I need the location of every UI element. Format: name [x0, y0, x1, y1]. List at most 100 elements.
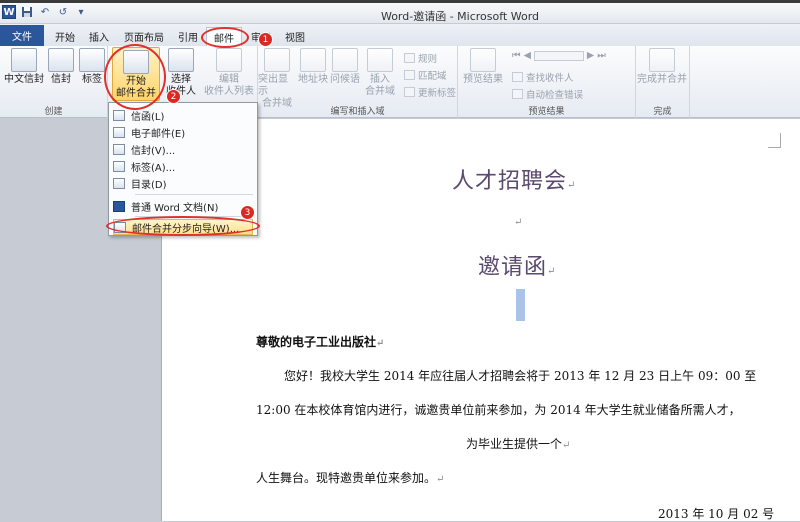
rules-button[interactable]: 规则 [404, 51, 437, 65]
menu-item-labels[interactable]: 标签(A)... [113, 158, 253, 174]
para-mark: ↵ [567, 180, 577, 191]
annotation-badge-1: 1 [258, 32, 273, 47]
margin-mark-h [768, 147, 781, 148]
menu-item-labels-label: 标签(A)... [131, 162, 176, 174]
labels-icon [113, 160, 125, 172]
labels-icon [79, 48, 105, 72]
next-record-icon[interactable]: ▶ [587, 50, 594, 61]
greeting-line-label: 问候语 [330, 74, 360, 85]
salutation-text: 尊敬的电子工业出版社 [256, 335, 377, 349]
address-block-icon [300, 48, 326, 72]
envelope-icon [48, 48, 74, 72]
group-create-label: 创建 [44, 107, 63, 117]
tab-references[interactable]: 引用 [173, 27, 203, 46]
auto-check-errors-label: 自动检查错误 [526, 90, 584, 101]
annotation-circle-mailings-tab [201, 27, 249, 48]
edit-recipient-list-line1: 编辑 [219, 74, 239, 85]
tab-page-layout[interactable]: 页面布局 [118, 27, 170, 46]
para-mark: ↵ [562, 440, 571, 451]
find-recipient-button[interactable]: 查找收件人 [512, 70, 574, 84]
insert-merge-field-line1: 插入 [370, 74, 390, 85]
finish-and-merge-icon [649, 48, 675, 72]
auto-check-errors-icon [512, 89, 523, 99]
update-labels-button[interactable]: 更新标签 [404, 85, 456, 99]
envelope-label: 信封 [51, 74, 71, 85]
tab-file[interactable]: 文件 [0, 25, 44, 46]
menu-item-normal-word-document[interactable]: 普通 Word 文档(N) [113, 198, 253, 214]
body-line-4-text: 人生舞台。现特邀贵单位来参加。 [256, 471, 437, 485]
auto-check-errors-button[interactable]: 自动检查错误 [512, 87, 583, 101]
rules-label: 规则 [418, 54, 438, 65]
title2-text: 邀请函 [478, 255, 548, 280]
greeting-line-button[interactable]: 问候语 [330, 48, 360, 86]
insert-merge-field-button[interactable]: 插入 合并域 [362, 48, 398, 98]
group-finish: 完成并合并 完成 [636, 46, 690, 118]
record-number-field[interactable] [533, 50, 584, 61]
menu-item-directory-label: 目录(D) [131, 179, 167, 191]
document-date: 2013 年 10 月 02 号 [658, 507, 775, 521]
menu-item-envelopes[interactable]: 信封(V)... [113, 141, 253, 157]
directory-icon [113, 177, 125, 189]
select-recipients-line1: 选择 [171, 74, 191, 85]
menu-item-envelopes-label: 信封(V)... [131, 145, 176, 157]
menu-separator [135, 194, 253, 195]
para-mark: ↵ [547, 266, 557, 277]
finish-and-merge-label: 完成并合并 [637, 74, 687, 85]
group-write-insert-fields: 突出显示 合并域 地址块 问候语 插入 合并域 规则 匹配域 更新标签 编写和插… [258, 46, 458, 118]
match-fields-button[interactable]: 匹配域 [404, 68, 447, 82]
window-title: Word-邀请函 - Microsoft Word [380, 10, 540, 23]
preview-results-label: 预览结果 [463, 74, 503, 85]
highlight-merge-fields-button[interactable]: 突出显示 合并域 [258, 48, 296, 110]
edit-recipient-list-button[interactable]: 编辑 收件人列表 [202, 48, 256, 98]
address-block-label: 地址块 [298, 74, 328, 85]
title-bar: W ↶ ↺ ▾ Word-邀请函 - Microsoft Word [0, 0, 800, 24]
edit-recipient-list-icon [216, 48, 242, 72]
insert-merge-field-line2: 合并域 [365, 86, 395, 97]
highlight-line1: 突出显示 [258, 74, 288, 97]
body-line-3-text: 为毕业生提供一个 [466, 437, 563, 451]
document-title-2: 邀请函↵ [478, 249, 556, 281]
document-title-1: 人才招聘会↵ [452, 163, 576, 195]
chinese-envelope-label: 中文信封 [4, 74, 44, 85]
insert-merge-field-icon [367, 48, 393, 72]
rules-icon [404, 53, 415, 63]
match-fields-icon [404, 70, 415, 80]
first-record-icon[interactable]: ⏮ [512, 50, 521, 61]
envelope-button[interactable]: 信封 [48, 48, 74, 86]
para-mark: ↵ [376, 338, 385, 349]
menu-item-directory[interactable]: 目录(D) [113, 175, 253, 191]
select-recipients-icon [168, 48, 194, 72]
finish-and-merge-button[interactable]: 完成并合并 [636, 48, 688, 86]
email-icon [113, 126, 125, 138]
tab-insert[interactable]: 插入 [84, 27, 114, 46]
annotation-badge-2: 2 [166, 89, 181, 104]
last-record-icon[interactable]: ⏭ [597, 50, 606, 61]
menu-item-normal-label: 普通 Word 文档(N) [131, 202, 219, 214]
body-line-1: 您好！我校大学生 2014 年应往届人才招聘会将于 2013 年 12 月 23… [284, 369, 757, 383]
record-navigation[interactable]: ⏮ ◀ ▶ ⏭ [512, 50, 606, 61]
tab-home[interactable]: 开始 [50, 27, 80, 46]
body-line-3: 为毕业生提供一个↵ [466, 435, 570, 452]
highlight-merge-fields-icon [264, 48, 290, 72]
group-write-insert-label: 编写和插入域 [330, 107, 385, 117]
menu-item-email[interactable]: 电子邮件(E) [113, 124, 253, 140]
labels-label: 标签 [82, 74, 102, 85]
edit-recipient-list-line2: 收件人列表 [204, 86, 254, 97]
update-labels-icon [404, 87, 415, 97]
title1-text: 人才招聘会 [452, 169, 568, 194]
labels-button[interactable]: 标签 [79, 48, 105, 86]
salutation: 尊敬的电子工业出版社↵ [256, 333, 384, 350]
prev-record-icon[interactable]: ◀ [524, 50, 531, 61]
address-block-button[interactable]: 地址块 [298, 48, 328, 86]
tab-view[interactable]: 视图 [280, 27, 310, 46]
menu-item-email-label: 电子邮件(E) [131, 128, 186, 140]
top-stripe [0, 0, 800, 3]
envelope-icon [113, 143, 125, 155]
group-preview-results: 预览结果 ⏮ ◀ ▶ ⏭ 查找收件人 自动检查错误 预览结果 [458, 46, 636, 118]
preview-results-button[interactable]: 预览结果 [462, 48, 504, 86]
annotation-circle-start-button [104, 44, 166, 110]
chinese-envelope-button[interactable]: 中文信封 [4, 48, 44, 86]
body-line-2: 12:00 在本校体育馆内进行，诚邀贵单位前来参加，为 2014 年大学生就业储… [256, 403, 741, 417]
annotation-badge-3: 3 [240, 205, 255, 220]
ribbon-tabs: 文件 开始 插入 页面布局 引用 邮件 审阅 视图 [0, 24, 800, 46]
